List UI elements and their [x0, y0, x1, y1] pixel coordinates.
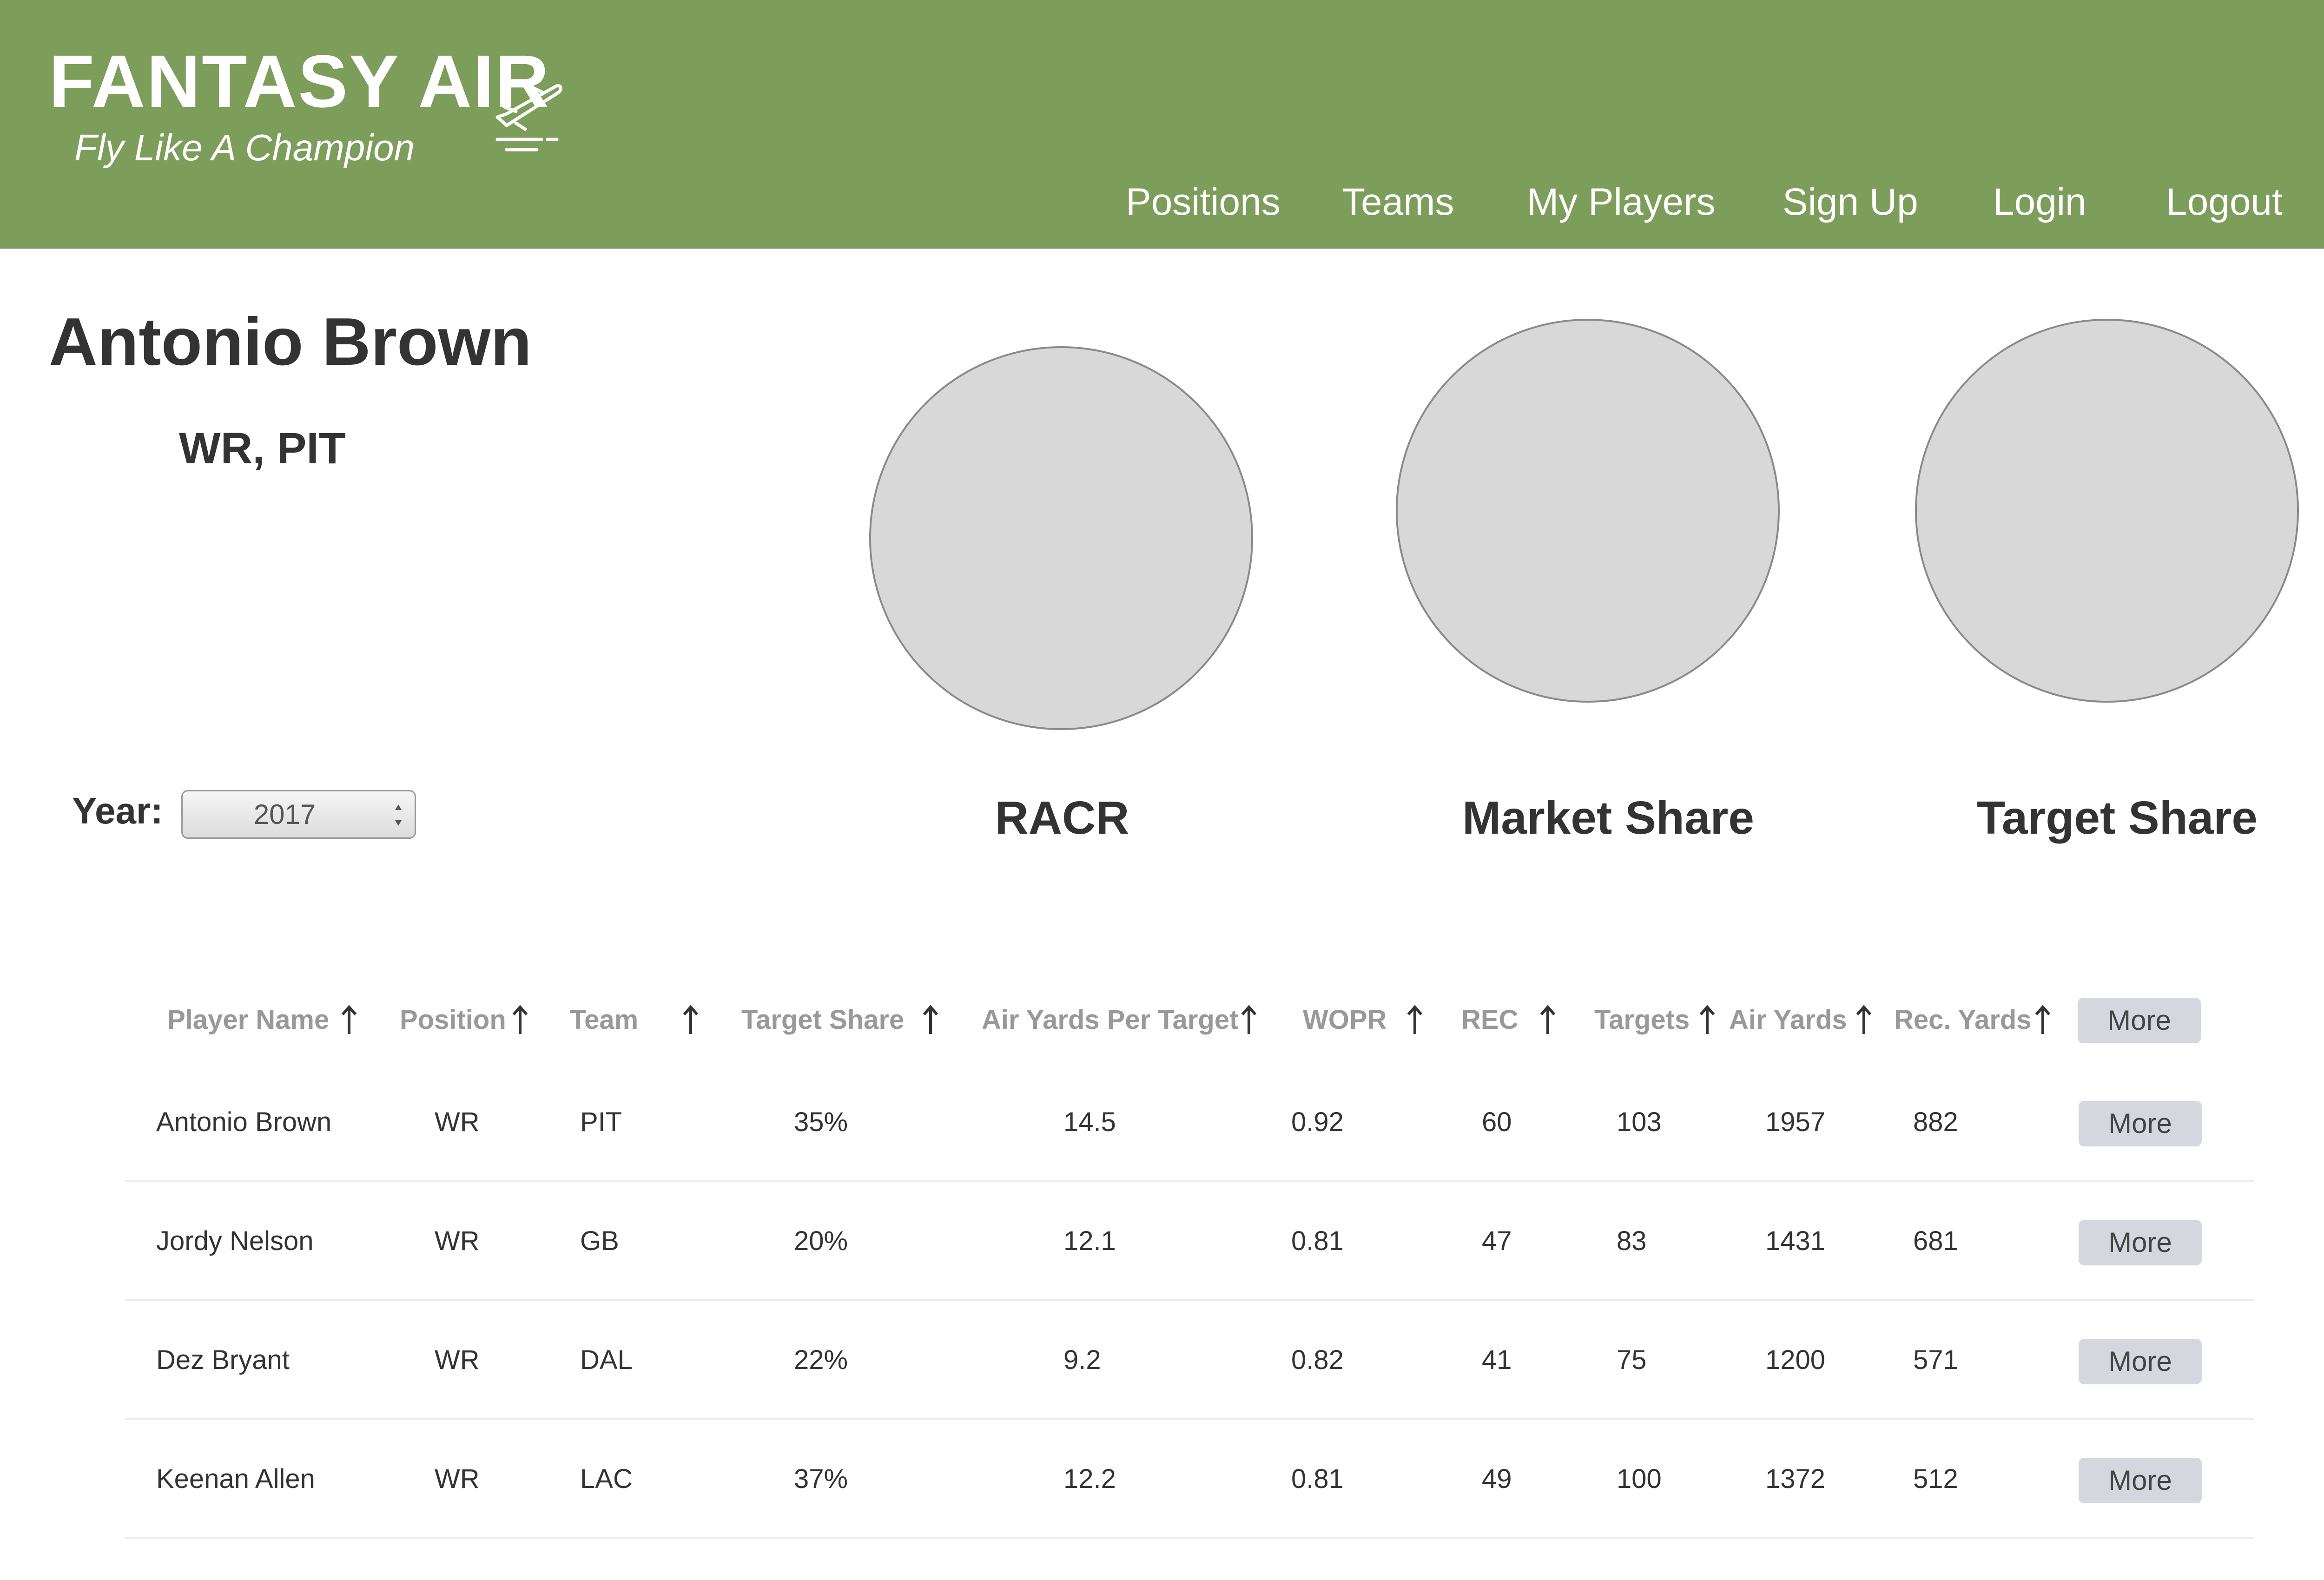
- arrow-up-icon[interactable]: [2034, 1001, 2052, 1039]
- brand-tagline: Fly Like A Champion: [74, 127, 415, 168]
- cell-position: WR: [435, 1107, 480, 1137]
- main-nav: Positions Teams My Players Sign Up Login…: [0, 174, 2324, 230]
- cell-target-share: 22%: [794, 1345, 848, 1375]
- brand-title[interactable]: FANTASY AIR: [49, 40, 550, 123]
- col-header-rec[interactable]: REC: [1461, 992, 1518, 1048]
- row-more-button[interactable]: More: [2079, 1458, 2202, 1503]
- cell-targets: 75: [1617, 1345, 1647, 1375]
- col-header-rec-yards[interactable]: Rec. Yards: [1894, 992, 2032, 1048]
- cell-team: LAC: [580, 1464, 633, 1494]
- cell-team: GB: [580, 1226, 619, 1256]
- cell-team: DAL: [580, 1345, 633, 1375]
- table-row: Keenan Allen WR LAC 37% 12.2 0.81 49 100…: [125, 1420, 2254, 1539]
- arrow-up-icon[interactable]: [681, 1001, 700, 1039]
- cell-air-yards: 1957: [1765, 1107, 1826, 1137]
- cell-rec: 60: [1482, 1107, 1512, 1137]
- cell-rec: 41: [1482, 1345, 1512, 1375]
- cell-wopr: 0.92: [1291, 1107, 1344, 1137]
- cell-wopr: 0.81: [1291, 1226, 1344, 1256]
- cell-air-yards-per-target: 12.2: [1063, 1464, 1116, 1494]
- cell-wopr: 0.81: [1291, 1464, 1344, 1494]
- cell-target-share: 37%: [794, 1464, 848, 1494]
- arrow-up-icon[interactable]: [1538, 1001, 1557, 1039]
- row-more-button[interactable]: More: [2079, 1339, 2202, 1384]
- arrow-up-icon[interactable]: [1698, 1001, 1717, 1039]
- select-updown-icon: [395, 804, 402, 826]
- table-row: Antonio Brown WR PIT 35% 14.5 0.92 60 10…: [125, 1063, 2254, 1182]
- page: FANTASY AIR Fly Like A Champion Position…: [0, 0, 2324, 1580]
- table-row: Jordy Nelson WR GB 20% 12.1 0.81 47 83 1…: [125, 1182, 2254, 1301]
- cell-wopr: 0.82: [1291, 1345, 1344, 1375]
- cell-player-name[interactable]: Jordy Nelson: [156, 1182, 313, 1301]
- cell-target-share: 20%: [794, 1226, 848, 1256]
- cell-rec: 49: [1482, 1464, 1512, 1494]
- table-row: Dez Bryant WR DAL 22% 9.2 0.82 41 75 120…: [125, 1301, 2254, 1420]
- row-more-button[interactable]: More: [2079, 1220, 2202, 1265]
- nav-login[interactable]: Login: [1993, 174, 2086, 230]
- cell-rec: 47: [1482, 1226, 1512, 1256]
- year-select[interactable]: 2017: [181, 790, 416, 839]
- cell-targets: 103: [1617, 1107, 1662, 1137]
- nav-sign-up[interactable]: Sign Up: [1783, 174, 1918, 230]
- col-header-team[interactable]: Team: [570, 992, 638, 1048]
- row-more-button[interactable]: More: [2079, 1101, 2202, 1146]
- row-divider: [125, 1537, 2254, 1539]
- year-label: Year:: [72, 790, 163, 831]
- cell-rec-yards: 512: [1913, 1464, 1958, 1494]
- cell-rec-yards: 571: [1913, 1345, 1958, 1375]
- cell-targets: 83: [1617, 1226, 1647, 1256]
- arrow-up-icon[interactable]: [1240, 1001, 1258, 1039]
- target-share-label: Target Share: [1977, 792, 2258, 844]
- airplane-takeoff-icon: [495, 84, 562, 151]
- cell-player-name[interactable]: Antonio Brown: [156, 1063, 331, 1182]
- col-header-position[interactable]: Position: [400, 992, 506, 1048]
- col-header-target-share[interactable]: Target Share: [741, 992, 904, 1048]
- arrow-up-icon[interactable]: [511, 1001, 529, 1039]
- nav-teams[interactable]: Teams: [1342, 174, 1454, 230]
- racr-label: RACR: [995, 792, 1129, 844]
- cell-target-share: 35%: [794, 1107, 848, 1137]
- arrow-up-icon[interactable]: [1855, 1001, 1873, 1039]
- cell-player-name[interactable]: Keenan Allen: [156, 1420, 315, 1539]
- target-share-chart-placeholder: [1915, 319, 2299, 703]
- cell-rec-yards: 882: [1913, 1107, 1958, 1137]
- cell-team: PIT: [580, 1107, 622, 1137]
- nav-my-players[interactable]: My Players: [1527, 174, 1716, 230]
- col-header-wopr[interactable]: WOPR: [1303, 992, 1386, 1048]
- col-header-air-yards-per-target[interactable]: Air Yards Per Target: [982, 992, 1238, 1048]
- arrow-up-icon[interactable]: [340, 1001, 358, 1039]
- racr-chart-placeholder: [869, 346, 1253, 730]
- cell-player-name[interactable]: Dez Bryant: [156, 1301, 290, 1420]
- cell-position: WR: [435, 1345, 480, 1375]
- cell-air-yards-per-target: 14.5: [1063, 1107, 1116, 1137]
- cell-position: WR: [435, 1464, 480, 1494]
- header: FANTASY AIR Fly Like A Champion Position…: [0, 0, 2324, 249]
- player-name: Antonio Brown: [49, 304, 532, 379]
- cell-rec-yards: 681: [1913, 1226, 1958, 1256]
- col-header-player-name[interactable]: Player Name: [167, 992, 329, 1048]
- cell-air-yards: 1372: [1765, 1464, 1826, 1494]
- market-share-label: Market Share: [1462, 792, 1755, 844]
- cell-position: WR: [435, 1226, 480, 1256]
- arrow-up-icon[interactable]: [921, 1001, 940, 1039]
- header-more-button[interactable]: More: [2078, 998, 2201, 1043]
- market-share-chart-placeholder: [1396, 319, 1780, 703]
- nav-positions[interactable]: Positions: [1126, 174, 1281, 230]
- nav-logout[interactable]: Logout: [2166, 174, 2283, 230]
- player-position-team: WR, PIT: [179, 424, 346, 473]
- arrow-up-icon[interactable]: [1406, 1001, 1424, 1039]
- cell-targets: 100: [1617, 1464, 1662, 1494]
- cell-air-yards-per-target: 9.2: [1063, 1345, 1101, 1375]
- cell-air-yards: 1200: [1765, 1345, 1826, 1375]
- col-header-air-yards[interactable]: Air Yards: [1729, 992, 1847, 1048]
- cell-air-yards: 1431: [1765, 1226, 1826, 1256]
- cell-air-yards-per-target: 12.1: [1063, 1226, 1116, 1256]
- year-select-value: 2017: [253, 799, 316, 830]
- col-header-targets[interactable]: Targets: [1594, 992, 1690, 1048]
